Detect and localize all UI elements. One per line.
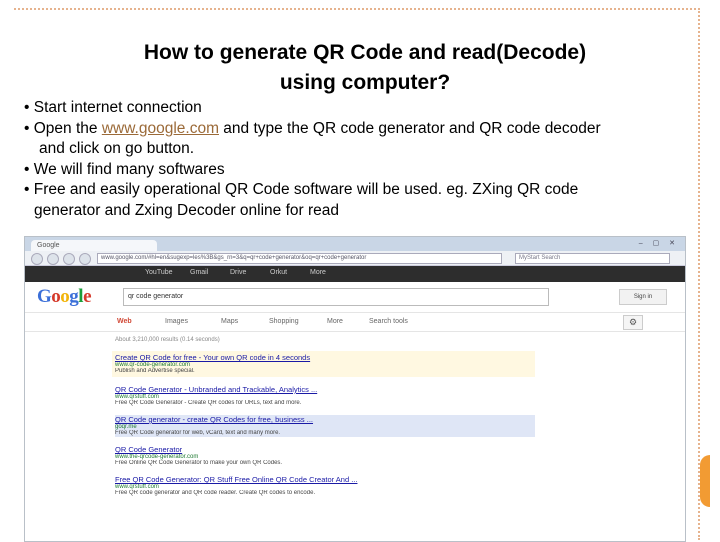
bullet-3: • We will find many softwares (24, 160, 225, 178)
gbar-item[interactable]: YouTube (145, 269, 173, 276)
gbar-item[interactable]: Drive (230, 269, 246, 276)
result-snippet: Free QR Code generator for web, vCard, t… (115, 430, 281, 436)
result-title[interactable]: QR Code Generator (115, 445, 535, 454)
gbar-item[interactable]: Orkut (270, 269, 287, 276)
google-header: Google qr code generator Sign in (25, 282, 685, 313)
browser-tab-bar: Google – ▢ ✕ (25, 237, 685, 251)
gbar-item[interactable]: Gmail (190, 269, 208, 276)
result-title[interactable]: Free QR Code Generator: QR Stuff Free On… (115, 475, 535, 484)
decorative-frame-top (14, 8, 700, 10)
sign-in-button[interactable]: Sign in (619, 289, 667, 305)
google-search-input[interactable]: qr code generator (123, 288, 549, 306)
bullet-list: • Start internet connection • Open the w… (24, 98, 714, 221)
list-item: Free QR Code Generator: QR Stuff Free On… (115, 475, 535, 497)
bullet-4: • Free and easily operational QR Code so… (24, 181, 579, 198)
home-icon[interactable] (79, 253, 91, 265)
slide-title: How to generate QR Code and read(Decode)… (40, 38, 690, 98)
tab-web[interactable]: Web (117, 318, 132, 325)
back-icon[interactable] (31, 253, 43, 265)
result-snippet: Publish and Advertise special. (115, 368, 195, 374)
search-tabs: Web Images Maps Shopping More Search too… (25, 313, 685, 332)
bullet-2-text: • Open the (24, 119, 102, 137)
title-line-2: using computer? (279, 71, 451, 94)
google-link[interactable]: www.google.com (102, 120, 219, 137)
result-title[interactable]: Create QR Code for free - Your own QR co… (115, 353, 532, 362)
window-controls[interactable]: – ▢ ✕ (639, 239, 679, 247)
result-snippet: Free QR Code Generator - Create QR codes… (115, 400, 302, 406)
result-stats: About 3,210,000 results (0.14 seconds) (115, 337, 220, 343)
forward-icon[interactable] (47, 253, 59, 265)
google-black-bar: YouTube Gmail Drive Orkut More (25, 266, 685, 282)
bullet-2-continuation: and click on go button. (39, 140, 195, 157)
toolbar-search-input[interactable]: MyStart Search (515, 253, 670, 264)
bullet-4-continuation: generator and Zxing Decoder online for r… (34, 201, 340, 219)
decorative-frame-right (698, 8, 700, 540)
list-item: QR Code Generator www.the-qrcode-generat… (115, 445, 535, 467)
url-field[interactable]: www.google.com/#hl=en&sugexp=les%3B&gs_r… (97, 253, 502, 264)
list-item: QR Code Generator - Unbranded and Tracka… (115, 385, 535, 407)
browser-tab[interactable]: Google (31, 240, 157, 251)
bullet-1: • Start internet connection (24, 99, 202, 116)
tab-search-tools[interactable]: Search tools (369, 318, 408, 325)
tab-more[interactable]: More (327, 318, 343, 325)
bullet-2: • Open the www.google.com and type the Q… (24, 119, 714, 140)
result-title[interactable]: QR Code Generator - Unbranded and Tracka… (115, 385, 535, 394)
results-list: Create QR Code for free - Your own QR co… (112, 351, 535, 505)
tab-shopping[interactable]: Shopping (269, 318, 299, 325)
tab-maps[interactable]: Maps (221, 318, 238, 325)
decorative-side-tab (700, 455, 710, 507)
bullet-2-text-rest: and type the QR code generator and QR co… (218, 119, 601, 137)
tab-images[interactable]: Images (165, 318, 188, 325)
result-snippet: Free QR code generator and QR code reade… (115, 490, 316, 496)
reload-icon[interactable] (63, 253, 75, 265)
gbar-item[interactable]: More (310, 269, 326, 276)
google-logo[interactable]: Google (37, 286, 91, 308)
gear-icon[interactable]: ⚙ (623, 315, 643, 330)
result-title[interactable]: QR Code generator - create QR Codes for … (115, 415, 535, 424)
address-bar-row: www.google.com/#hl=en&sugexp=les%3B&gs_r… (25, 251, 685, 266)
browser-screenshot: Google – ▢ ✕ www.google.com/#hl=en&sugex… (24, 236, 686, 542)
title-line-1: How to generate QR Code and read(Decode) (143, 41, 587, 64)
result-snippet: Free Online QR Code Generator to make yo… (115, 460, 283, 466)
list-item: QR Code generator - create QR Codes for … (115, 415, 535, 437)
list-item: Create QR Code for free - Your own QR co… (112, 351, 535, 377)
